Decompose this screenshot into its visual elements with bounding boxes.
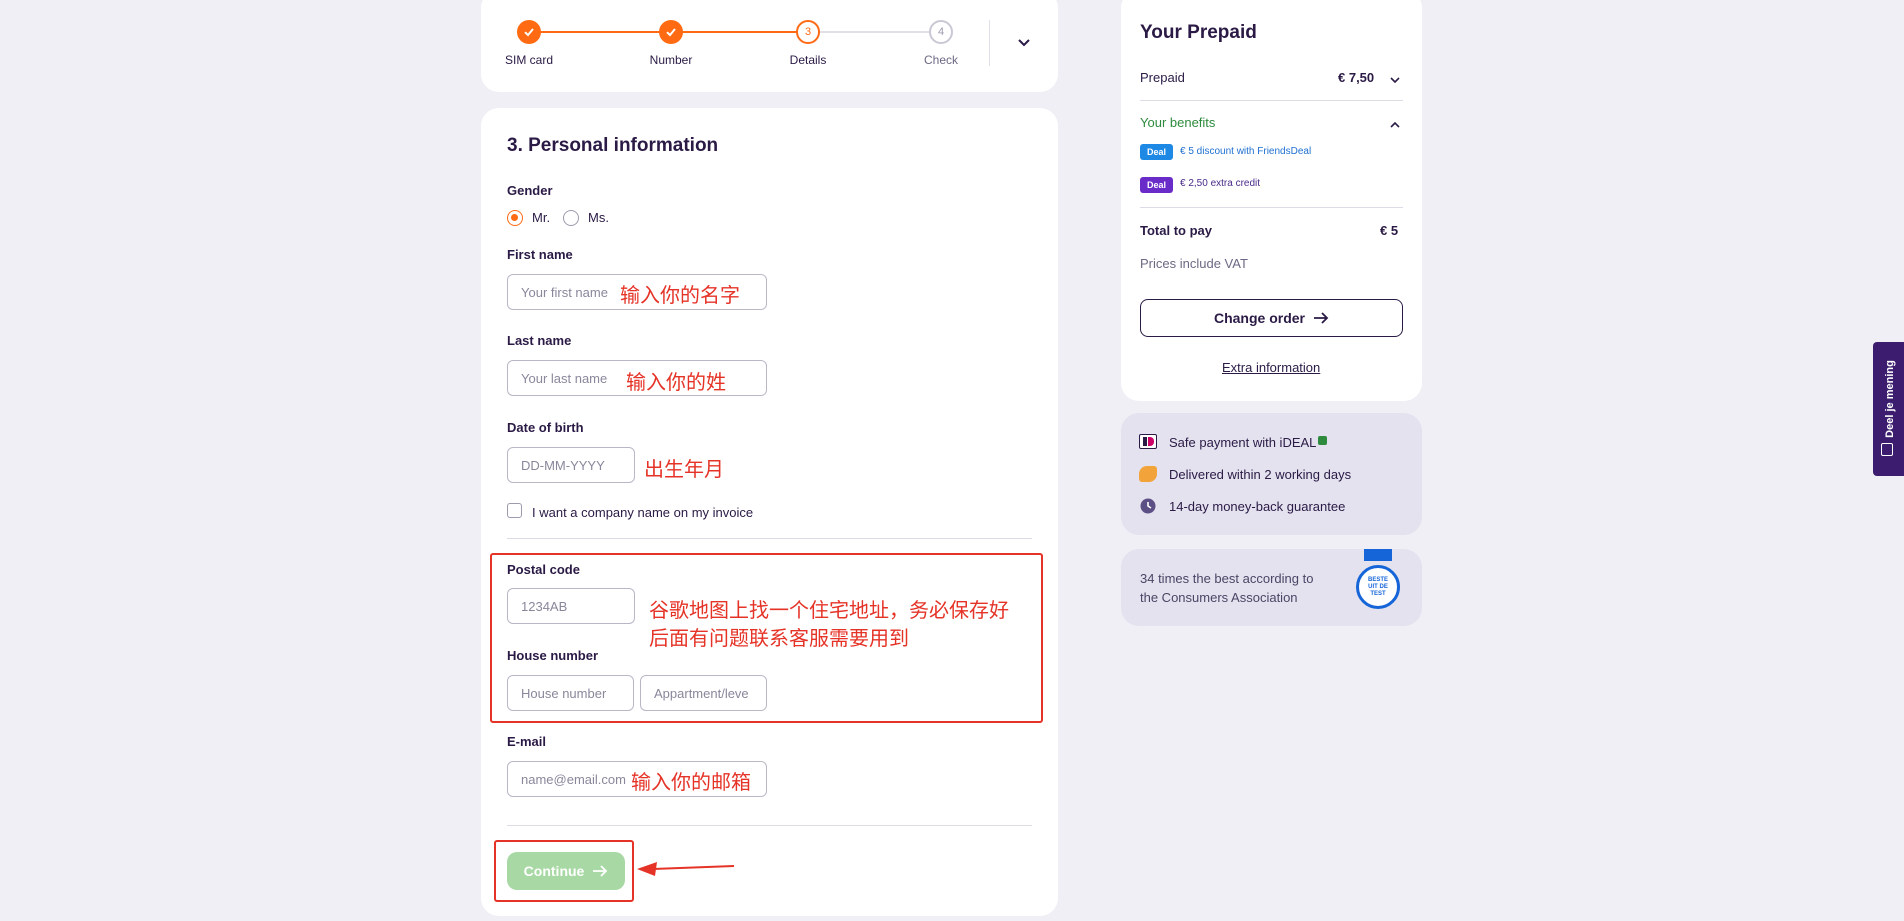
deal-badge: Deal [1140,177,1173,193]
step-label-number: Number [649,53,693,67]
progress-card [481,0,1058,92]
gender-mr-radio[interactable] [507,210,523,226]
delivery-icon [1139,466,1157,482]
section-divider [507,538,1032,539]
vat-note: Prices include VAT [1140,256,1248,271]
continue-highlight-box [494,840,634,902]
step-label-check: Check [923,53,959,67]
summary-title: Your Prepaid [1140,22,1257,43]
email-annotation: 输入你的邮箱 [631,772,751,794]
steps-divider [989,20,990,66]
award-text-line2: the Consumers Association [1140,590,1298,605]
step-1-check-icon [517,20,541,44]
summary-divider [1140,207,1403,208]
trust-item-ideal: Safe payment with iDEAL [1169,435,1317,450]
thumbs-up-icon [1881,443,1893,456]
prepaid-label: Prepaid [1140,70,1185,85]
total-label: Total to pay [1140,223,1212,238]
last-name-placeholder: Your last name [521,370,608,386]
dob-placeholder: DD-MM-YYYY [521,457,605,473]
gender-ms-radio[interactable] [563,210,579,226]
extra-information-link[interactable]: Extra information [1222,360,1320,375]
step-2-check-icon [659,20,683,44]
annotation-arrow-icon [637,862,735,876]
gender-label: Gender [507,183,553,198]
chevron-down-icon[interactable] [1017,35,1031,53]
benefits-label[interactable]: Your benefits [1140,115,1215,130]
summary-divider [1140,100,1403,101]
award-badge-icon: BESTE UIT DE TEST [1356,565,1400,609]
award-text-line1: 34 times the best according to [1140,571,1314,586]
trust-item-delivery: Delivered within 2 working days [1169,467,1352,482]
trust-item-guarantee: 14-day money-back guarantee [1169,499,1346,514]
benefit-friendsdeal: € 5 discount with FriendsDeal [1180,146,1312,157]
step-label-sim-card: SIM card [504,53,554,67]
step-4-indicator: 4 [929,20,953,44]
first-name-annotation: 输入你的名字 [620,285,740,307]
dob-input[interactable]: DD-MM-YYYY [507,447,635,483]
change-order-label: Change order [1213,310,1305,326]
chevron-down-icon[interactable] [1389,71,1401,89]
feedback-tab-label[interactable]: Deel je mening [1884,360,1896,438]
step-connector [671,31,808,33]
section-divider [507,825,1032,826]
step-connector [808,31,941,33]
last-name-label: Last name [507,333,572,348]
first-name-placeholder: Your first name [521,284,608,300]
arrow-right-icon [1314,312,1329,324]
award-ribbon [1364,549,1392,561]
first-name-label: First name [507,247,573,262]
clock-icon [1140,498,1156,519]
gender-mr-label[interactable]: Mr. [532,210,550,225]
benefit-extra-credit: € 2,50 extra credit [1180,178,1261,189]
deal-badge: Deal [1140,144,1173,160]
step-label-details: Details [789,53,827,67]
email-placeholder: name@email.com [521,771,626,787]
address-highlight-box [490,553,1043,723]
prepaid-price: € 7,50 [1338,70,1375,85]
chevron-up-icon[interactable] [1389,116,1401,134]
award-badge-text: BESTE UIT DE TEST [1367,576,1388,597]
ideal-icon [1139,434,1157,449]
step-connector [529,31,670,33]
dob-annotation: 出生年月 [644,459,724,481]
order-summary-card [1121,0,1422,401]
last-name-annotation: 输入你的姓 [626,372,726,394]
step-3-indicator: 3 [796,20,820,44]
company-checkbox[interactable] [507,503,522,518]
lock-icon [1318,436,1327,445]
gender-ms-label[interactable]: Ms. [588,210,609,225]
email-label: E-mail [507,734,547,749]
total-value: € 5 [1380,223,1399,238]
change-order-button[interactable]: Change order [1140,299,1403,337]
dob-label: Date of birth [507,420,584,435]
company-checkbox-label[interactable]: I want a company name on my invoice [532,505,753,520]
page-title: 3. Personal information [507,135,719,156]
